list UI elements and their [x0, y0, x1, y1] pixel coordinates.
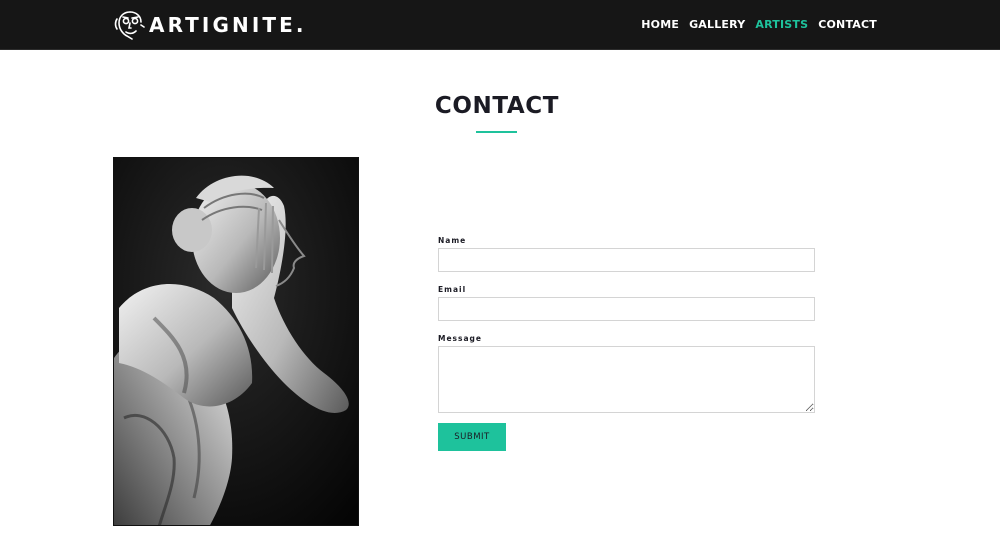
submit-button[interactable]: SUBMIT [438, 423, 506, 451]
brand-name: ARTIGNITE. [149, 13, 307, 37]
page-title: CONTACT [434, 93, 560, 119]
main-nav: HOME GALLERY ARTISTS CONTACT [631, 17, 877, 33]
nav-home-link[interactable]: HOME [641, 17, 679, 33]
brand-logo[interactable]: ARTIGNITE. [114, 9, 307, 41]
message-textarea[interactable] [438, 346, 815, 413]
title-underline [476, 131, 517, 133]
statue-image [113, 157, 359, 526]
nav-contact-link[interactable]: CONTACT [818, 17, 877, 33]
email-label: Email [438, 285, 467, 294]
name-label: Name [438, 236, 467, 245]
contact-form: Name Email Message SUBMIT [438, 236, 816, 451]
nav-artists-link[interactable]: ARTISTS [755, 17, 808, 33]
message-label: Message [438, 334, 482, 343]
name-input[interactable] [438, 248, 815, 272]
email-input[interactable] [438, 297, 815, 321]
face-logo-icon [114, 11, 145, 40]
top-navbar: ARTIGNITE. HOME GALLERY ARTISTS CONTACT [0, 0, 1000, 50]
nav-gallery-link[interactable]: GALLERY [689, 17, 745, 33]
